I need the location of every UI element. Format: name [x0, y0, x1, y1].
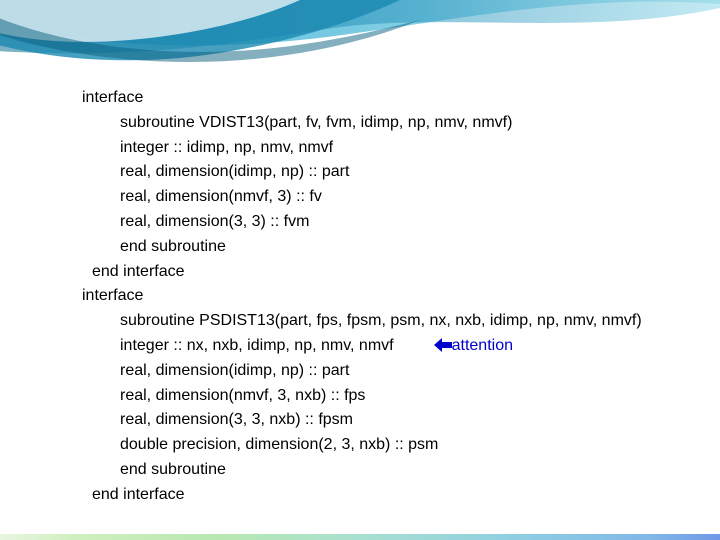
code-line: double precision, dimension(2, 3, nxb) :… [82, 433, 682, 458]
code-line: subroutine VDIST13(part, fv, fvm, idimp,… [82, 111, 682, 136]
code-text: integer :: nx, nxb, idimp, np, nmv, nmvf [120, 337, 394, 354]
wave-svg [0, 0, 720, 90]
code-line: real, dimension(idimp, np) :: part [82, 359, 682, 384]
decorative-bottom-border [0, 534, 720, 540]
code-line: interface [82, 284, 682, 309]
code-line: real, dimension(nmvf, 3, nxb) :: fps [82, 384, 682, 409]
attention-text: attention [452, 337, 513, 354]
decorative-wave-header [0, 0, 720, 90]
code-line: end interface [82, 483, 682, 508]
code-line: real, dimension(idimp, np) :: part [82, 160, 682, 185]
code-line: subroutine PSDIST13(part, fps, fpsm, psm… [82, 309, 682, 334]
code-listing: interface subroutine VDIST13(part, fv, f… [82, 86, 682, 508]
code-line: real, dimension(3, 3, nxb) :: fpsm [82, 408, 682, 433]
code-line: end interface [82, 260, 682, 285]
code-line: end subroutine [82, 235, 682, 260]
code-line: end subroutine [82, 458, 682, 483]
code-line: integer :: nx, nxb, idimp, np, nmv, nmvf… [82, 334, 682, 359]
left-arrow-icon [434, 337, 452, 354]
code-line: real, dimension(nmvf, 3) :: fv [82, 185, 682, 210]
code-line: interface [82, 86, 682, 111]
code-line: real, dimension(3, 3) :: fvm [82, 210, 682, 235]
attention-callout: attention [434, 334, 513, 359]
code-line: integer :: idimp, np, nmv, nmvf [82, 136, 682, 161]
